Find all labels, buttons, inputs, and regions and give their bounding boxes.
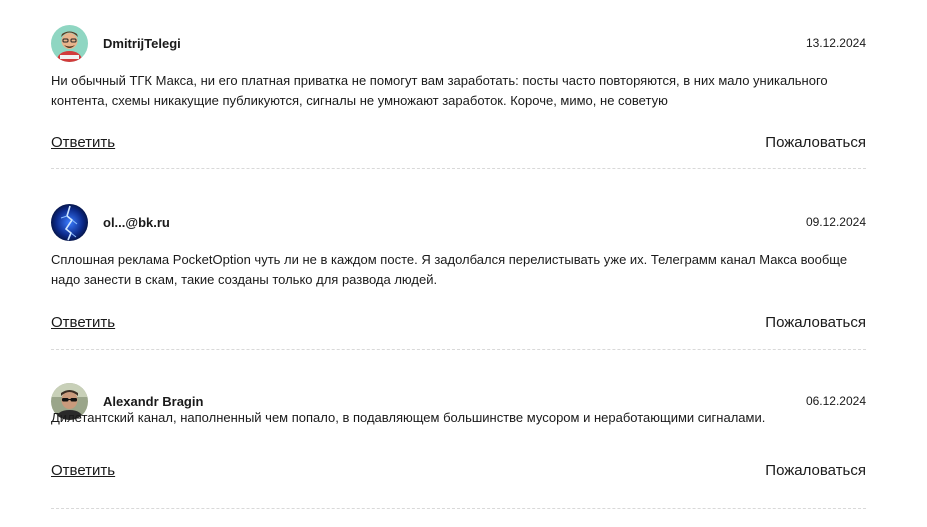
comment-author: DmitrijTelegi (103, 36, 181, 51)
comment-date: 06.12.2024 (805, 394, 866, 408)
reply-link[interactable]: Ответить (51, 134, 115, 151)
comment-actions: Ответить Пожаловаться (51, 314, 866, 336)
comment-text: Дилетантский канал, наполненный чем попа… (51, 410, 766, 425)
report-link[interactable]: Пожаловаться (765, 462, 866, 479)
comment-author: Alexandr Bragin (103, 394, 204, 409)
avatar (51, 204, 88, 241)
reply-link[interactable]: Ответить (51, 314, 115, 331)
comment-header: ol...@bk.ru 09.12.2024 (51, 204, 866, 242)
blue-lightning-avatar-icon (51, 204, 88, 241)
comment-text: Ни обычный ТГК Макса, ни его платная при… (51, 73, 828, 108)
comments-list: DmitrijTelegi 13.12.2024 Ни обычный ТГК … (51, 0, 866, 509)
comment-author: ol...@bk.ru (103, 215, 170, 230)
comment-date: 09.12.2024 (805, 215, 866, 229)
comment-actions: Ответить Пожаловаться (51, 134, 866, 156)
comment-item: DmitrijTelegi 13.12.2024 Ни обычный ТГК … (51, 0, 866, 169)
comment-header: DmitrijTelegi 13.12.2024 (51, 25, 866, 63)
comment-date: 13.12.2024 (805, 36, 866, 50)
report-link[interactable]: Пожаловаться (765, 314, 866, 331)
comment-item: ol...@bk.ru 09.12.2024 Сплошная реклама … (51, 169, 866, 350)
comment-text: Сплошная реклама PocketOption чуть ли не… (51, 252, 848, 287)
report-link[interactable]: Пожаловаться (765, 134, 866, 151)
avatar (51, 25, 88, 62)
comment-item: Alexandr Bragin 06.12.2024 Дилетантский … (51, 350, 866, 509)
comment-actions: Ответить Пожаловаться (51, 462, 866, 484)
cartoon-man-avatar-icon (51, 25, 88, 62)
reply-link[interactable]: Ответить (51, 462, 115, 479)
